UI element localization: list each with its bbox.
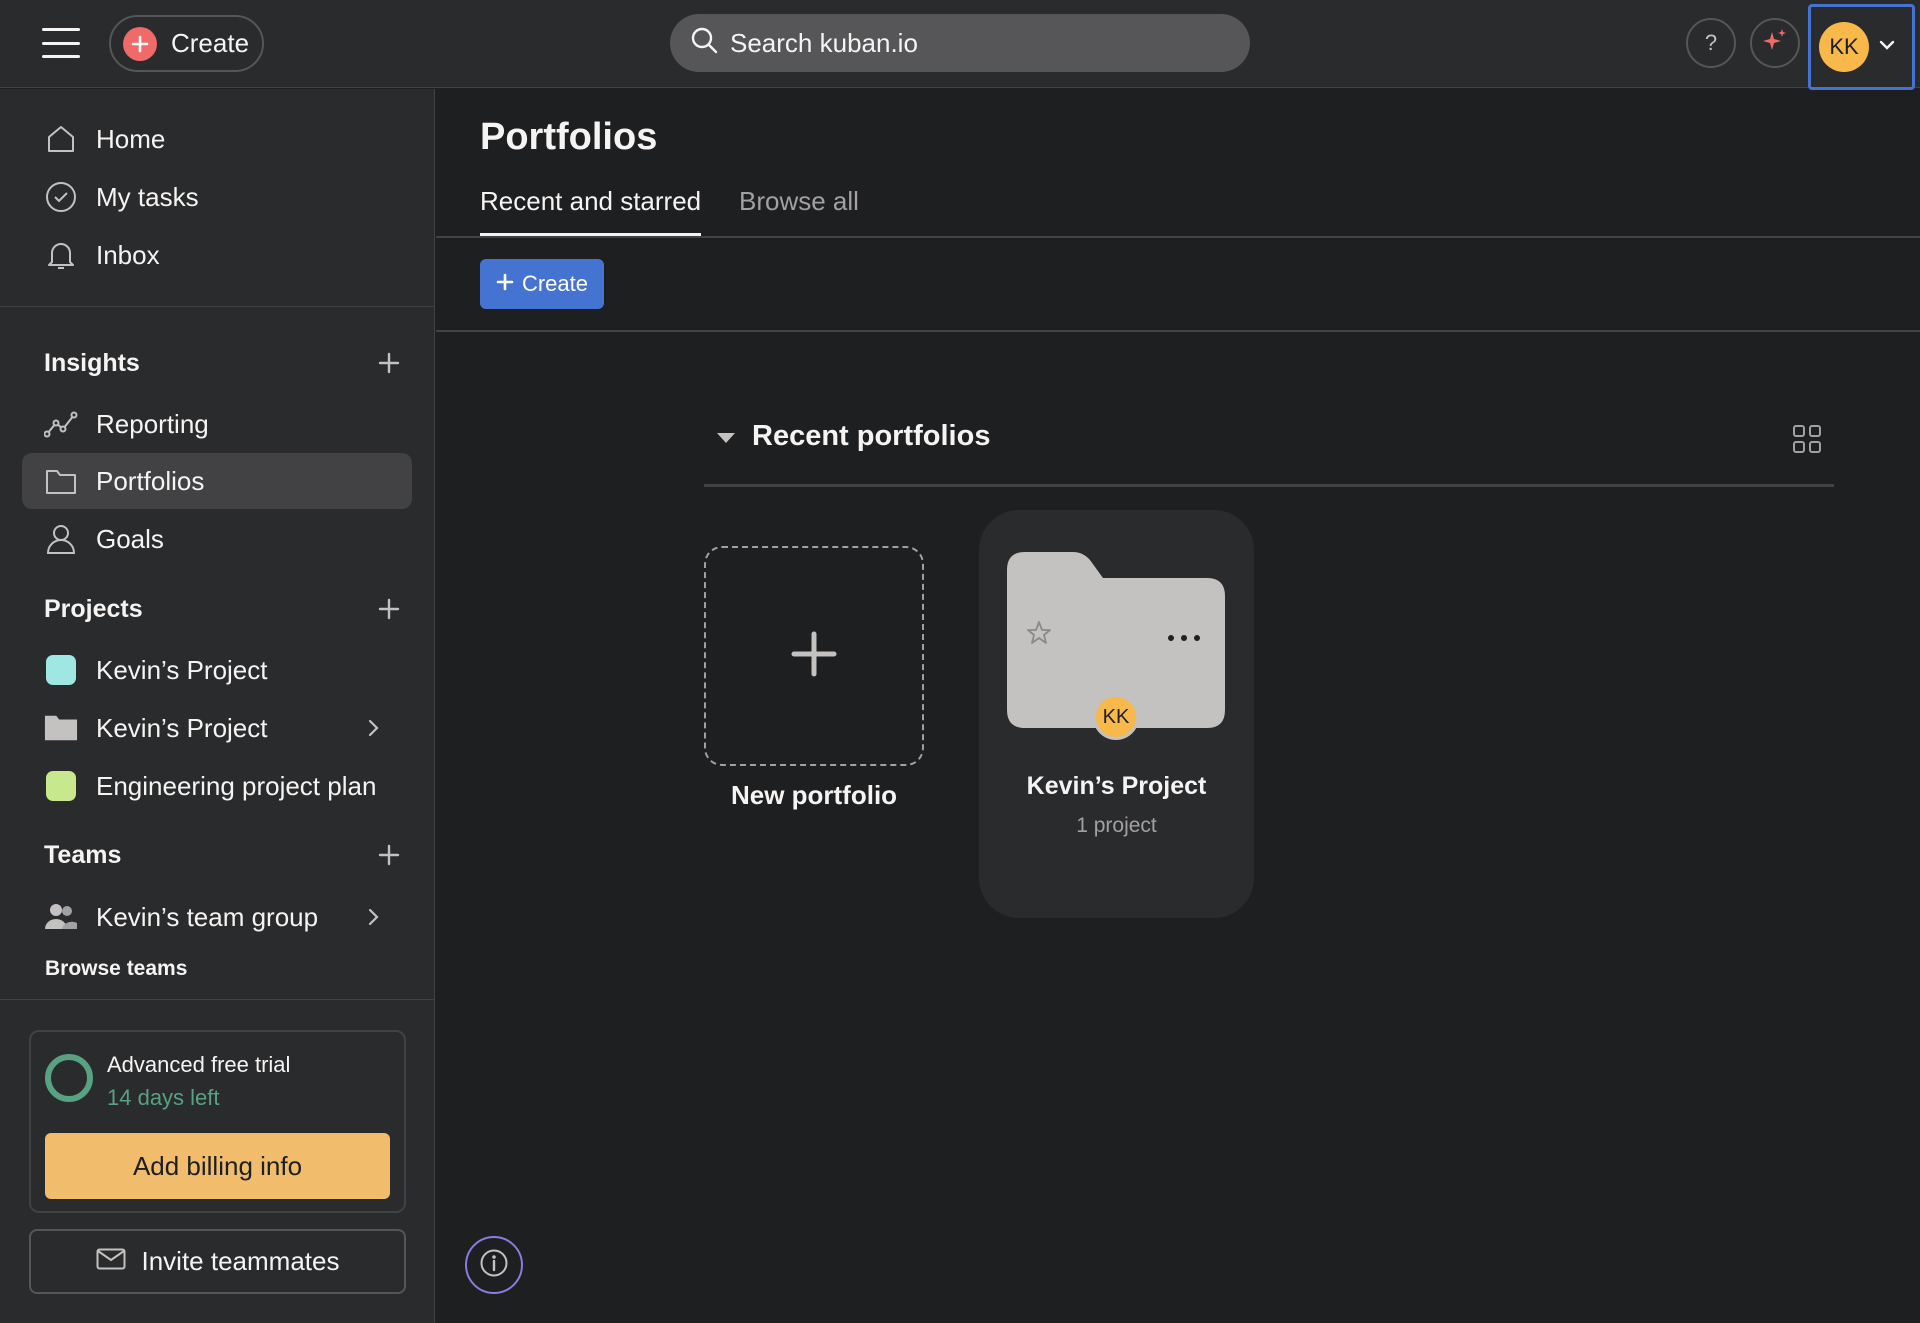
- recent-portfolios-title: Recent portfolios: [752, 420, 991, 452]
- global-create-label: Create: [171, 28, 250, 58]
- check-circle-icon: [44, 180, 78, 214]
- sidebar-item-label: Kevin’s team group: [96, 901, 319, 932]
- trial-title: Advanced free trial: [107, 1052, 291, 1077]
- invite-teammates-label: Invite teammates: [141, 1246, 340, 1276]
- trial-card: Advanced free trial 14 days left Add bil…: [29, 1030, 406, 1213]
- trial-progress-ring-icon: [45, 1054, 93, 1102]
- sidebar-item-portfolios[interactable]: Portfolios: [22, 453, 412, 509]
- sidebar-item-goals[interactable]: Goals: [22, 511, 412, 567]
- sidebar-item-label: Kevin’s Project: [96, 712, 268, 743]
- create-portfolio-button[interactable]: Create: [480, 259, 604, 309]
- teams-section-header: Teams: [44, 835, 404, 875]
- sidebar-item-team[interactable]: Kevin’s team group: [22, 889, 412, 945]
- divider: [436, 236, 1920, 238]
- add-billing-info-button[interactable]: Add billing info: [45, 1133, 390, 1199]
- divider: [0, 999, 434, 1000]
- reporting-icon: [44, 407, 78, 441]
- sidebar-item-label: Kevin’s Project: [96, 654, 268, 685]
- divider: [704, 484, 1834, 487]
- sidebar-item-label: Goals: [96, 523, 164, 554]
- sidebar-item-project[interactable]: Kevin’s Project: [22, 642, 412, 698]
- top-bar: Create Search kuban.io ? KK: [0, 0, 1920, 90]
- chevron-right-icon[interactable]: [366, 903, 380, 934]
- divider: [0, 306, 434, 307]
- projects-title: Projects: [44, 594, 143, 623]
- more-options-icon[interactable]: [1167, 628, 1201, 642]
- search-placeholder: Search kuban.io: [730, 27, 918, 58]
- ai-sparkle-button[interactable]: [1750, 18, 1800, 68]
- sidebar-item-label: Portfolios: [96, 465, 205, 496]
- sidebar-item-label: Engineering project plan: [96, 770, 377, 801]
- grid-view-icon[interactable]: [1792, 424, 1822, 459]
- search-icon: [690, 26, 718, 61]
- home-icon: [44, 122, 78, 156]
- folder-icon: [44, 711, 78, 745]
- divider: [436, 330, 1920, 332]
- insights-section-header: Insights: [44, 343, 404, 383]
- sidebar-item-home[interactable]: Home: [22, 111, 412, 167]
- teams-title: Teams: [44, 840, 122, 869]
- plus-icon: [123, 26, 157, 61]
- sidebar-item-label: Home: [96, 123, 166, 154]
- folder-icon: [44, 464, 78, 498]
- add-insight-plus-icon[interactable]: [374, 348, 404, 378]
- projects-section-header: Projects: [44, 589, 404, 629]
- sparkle-icon: [1760, 26, 1790, 61]
- sidebar-item-reporting[interactable]: Reporting: [22, 396, 412, 452]
- chevron-down-icon: [1879, 38, 1895, 56]
- bell-icon: [44, 238, 78, 272]
- account-menu-button[interactable]: KK: [1808, 4, 1915, 90]
- sidebar-item-project[interactable]: Engineering project plan: [22, 758, 412, 814]
- caret-down-icon: [716, 420, 736, 453]
- recent-portfolios-header[interactable]: Recent portfolios: [716, 420, 990, 453]
- avatar: KK: [1093, 694, 1139, 740]
- sidebar-item-my-tasks[interactable]: My tasks: [22, 169, 412, 225]
- portfolio-card-title: Kevin’s Project: [1026, 772, 1207, 800]
- new-portfolio-label: New portfolio: [730, 780, 898, 810]
- project-color-square-icon: [44, 653, 78, 687]
- avatar: KK: [1819, 22, 1869, 72]
- invite-teammates-button[interactable]: Invite teammates: [29, 1229, 406, 1294]
- info-button[interactable]: [465, 1236, 523, 1294]
- browse-teams-link[interactable]: Browse teams: [45, 957, 187, 981]
- plus-icon: [496, 271, 514, 297]
- help-button[interactable]: ?: [1686, 18, 1736, 68]
- sidebar-item-inbox[interactable]: Inbox: [22, 227, 412, 283]
- tab-browse-all[interactable]: Browse all: [739, 186, 859, 236]
- chevron-right-icon[interactable]: [366, 714, 380, 745]
- sidebar-item-label: My tasks: [96, 181, 199, 212]
- insights-title: Insights: [44, 348, 140, 377]
- sidebar-item-label: Inbox: [96, 239, 160, 270]
- team-icon: [44, 900, 78, 934]
- sidebar-item-label: Reporting: [96, 408, 209, 439]
- hamburger-menu-icon[interactable]: [42, 28, 80, 58]
- project-color-square-icon: [44, 769, 78, 803]
- portfolio-card-subtitle: 1 project: [1076, 814, 1157, 837]
- global-create-button[interactable]: Create: [109, 15, 264, 72]
- help-icon: ?: [1704, 30, 1718, 55]
- add-team-plus-icon[interactable]: [374, 840, 404, 870]
- plus-icon: [790, 630, 838, 683]
- info-icon: [479, 1248, 509, 1283]
- add-project-plus-icon[interactable]: [374, 594, 404, 624]
- search-input[interactable]: Search kuban.io: [670, 14, 1250, 72]
- portfolio-card[interactable]: KK Kevin’s Project 1 project: [979, 510, 1254, 918]
- trial-days-left: 14 days left: [107, 1085, 220, 1110]
- new-portfolio-button[interactable]: [704, 546, 924, 766]
- sidebar-item-portfolio[interactable]: Kevin’s Project: [22, 700, 412, 756]
- goals-icon: [44, 522, 78, 556]
- create-label: Create: [521, 271, 589, 296]
- tab-recent-and-starred[interactable]: Recent and starred: [480, 186, 702, 236]
- mail-icon: [96, 1246, 126, 1277]
- sidebar: Home My tasks Inbox Insights Reporting P…: [0, 89, 435, 1323]
- star-icon[interactable]: [1026, 620, 1052, 651]
- page-title: Portfolios: [480, 116, 658, 158]
